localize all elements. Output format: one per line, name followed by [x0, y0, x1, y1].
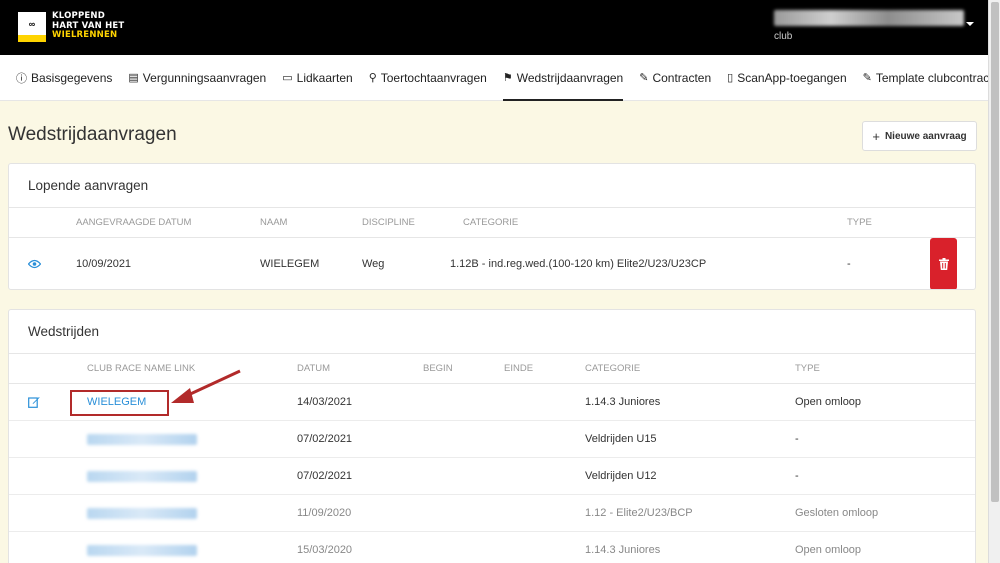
- col-discipline: DISCIPLINE: [362, 217, 415, 228]
- col-type: TYPE: [847, 217, 872, 228]
- info-icon: ⓘ: [16, 72, 27, 85]
- col-datum: DATUM: [297, 363, 331, 374]
- cell-categorie: Veldrijden U12: [585, 470, 657, 482]
- brand-text: KLOPPEND HART VAN HET WIELRENNEN: [52, 11, 124, 42]
- delete-button[interactable]: [930, 238, 957, 289]
- tab-label: Template clubcontract: [875, 70, 993, 85]
- cell-categorie: Veldrijden U15: [585, 433, 657, 445]
- cell-datum: 11/09/2020: [297, 507, 352, 519]
- signature-icon: ✎: [862, 72, 872, 84]
- table-row: 15/03/2020 1.14.3 Juniores Open omloop: [9, 532, 975, 563]
- ongoing-requests-card: Lopende aanvragen AANGEVRAAGDE DATUM NAA…: [8, 163, 976, 290]
- cell-type: -: [795, 433, 799, 445]
- tab-label: Lidkaarten: [296, 70, 353, 85]
- tab-contracten[interactable]: ✎ Contracten: [631, 55, 719, 101]
- cell-datum: 07/02/2021: [297, 470, 353, 482]
- col-aangevraagde-datum: AANGEVRAAGDE DATUM: [76, 217, 192, 228]
- race-name-redacted: [87, 507, 197, 519]
- table-row: 07/02/2021 Veldrijden U15 -: [9, 421, 975, 458]
- col-type: TYPE: [795, 363, 820, 374]
- mobile-icon: ▯: [727, 72, 734, 84]
- cell-datum: 14/03/2021: [297, 396, 353, 408]
- cell-type: Open omloop: [795, 396, 862, 408]
- edit-icon[interactable]: [28, 384, 40, 420]
- table-row: 11/09/2020 1.12 - Elite2/U23/BCP Gesloten …: [9, 495, 975, 532]
- cell-discipline: Weg: [362, 258, 385, 270]
- race-name-link[interactable]: [87, 495, 197, 531]
- tab-scanapp-toegangen[interactable]: ▯ ScanApp-toegangen: [719, 55, 855, 101]
- trash-icon: [930, 238, 957, 289]
- cell-categorie: 1.14.3 Juniores: [585, 396, 661, 408]
- race-name-redacted: [87, 544, 197, 556]
- col-club-race-name-link: CLUB RACE NAME LINK: [87, 363, 196, 374]
- tab-label: Basisgegevens: [31, 70, 113, 85]
- race-name-link[interactable]: [87, 532, 197, 563]
- tab-wedstrijdaanvragen[interactable]: ⚑ Wedstrijdaanvragen: [495, 55, 631, 101]
- col-begin: BEGIN: [423, 363, 453, 374]
- table-row: 10/09/2021 WIELEGEM Weg 1.12B - ind.reg.…: [9, 238, 975, 289]
- plus-icon: +: [872, 128, 880, 144]
- new-request-label: Nieuwe aanvraag: [884, 130, 967, 142]
- license-icon: ▤: [128, 72, 139, 84]
- card-icon: ▭: [282, 72, 293, 84]
- tab-template-clubcontract[interactable]: ✎ Template clubcontract: [855, 55, 1000, 101]
- cell-naam: WIELEGEM: [260, 258, 320, 270]
- tab-label: Contracten: [652, 70, 712, 85]
- checkered-flag-icon: ⚑: [502, 72, 513, 84]
- scrollbar-thumb[interactable]: [991, 2, 999, 502]
- ongoing-requests-title: Lopende aanvragen: [9, 164, 975, 208]
- tab-lidkaarten[interactable]: ▭ Lidkaarten: [274, 55, 360, 101]
- race-name-redacted: [87, 470, 197, 482]
- page-title: Wedstrijdaanvragen: [8, 124, 177, 145]
- cell-type: -: [795, 470, 799, 482]
- col-categorie: CATEGORIE: [585, 363, 641, 374]
- tab-label: Vergunningsaanvragen: [142, 70, 267, 85]
- col-einde: EINDE: [504, 363, 534, 374]
- eye-icon[interactable]: [28, 238, 41, 289]
- tab-vergunningsaanvragen[interactable]: ▤ Vergunningsaanvragen: [120, 55, 274, 101]
- cell-categorie: 1.14.3 Juniores: [585, 544, 661, 556]
- highlight-box: [70, 390, 169, 416]
- cell-datum: 07/02/2021: [297, 433, 353, 445]
- page-scrollbar[interactable]: [988, 0, 1000, 563]
- table-row: 07/02/2021 Veldrijden U12 -: [9, 458, 975, 495]
- new-request-button[interactable]: + Nieuwe aanvraag: [862, 121, 977, 151]
- race-name-link[interactable]: [87, 421, 197, 457]
- tab-label: Toertochtaanvragen: [380, 70, 487, 85]
- brand-logo[interactable]: ∞ KLOPPEND HART VAN HET WIELRENNEN: [18, 11, 124, 42]
- race-name-link[interactable]: [87, 458, 197, 494]
- races-title: Wedstrijden: [9, 310, 975, 354]
- cell-type: -: [847, 258, 851, 270]
- bicycle-icon: ⚲: [368, 72, 377, 84]
- cell-datum: 15/03/2020: [297, 544, 353, 556]
- brand-line-3: WIELRENNEN: [52, 30, 118, 40]
- cell-type: Gesloten omloop: [795, 507, 879, 519]
- races-card: Wedstrijden CLUB RACE NAME LINK DATUM BE…: [8, 309, 976, 563]
- caret-down-icon: [966, 22, 974, 26]
- cell-categorie: 1.12 - Elite2/U23/BCP: [585, 507, 693, 519]
- user-menu[interactable]: club: [774, 10, 974, 42]
- races-header: CLUB RACE NAME LINK DATUM BEGIN EINDE CA…: [9, 354, 975, 384]
- main-nav: ⓘ Basisgegevens ▤ Vergunningsaanvragen ▭ Lidk…: [0, 55, 993, 101]
- tab-basisgegevens[interactable]: ⓘ Basisgegevens: [8, 55, 120, 101]
- tab-label: ScanApp-toegangen: [737, 70, 847, 85]
- tab-toertochtaanvragen[interactable]: ⚲ Toertochtaanvragen: [361, 55, 495, 101]
- col-naam: NAAM: [260, 217, 288, 228]
- col-categorie: CATEGORIE: [463, 217, 519, 228]
- user-name-redacted: [774, 10, 964, 26]
- signature-icon: ✎: [639, 72, 649, 84]
- tab-label: Wedstrijdaanvragen: [516, 70, 624, 85]
- cell-type: Open omloop: [795, 544, 862, 556]
- cell-datum: 10/09/2021: [76, 258, 132, 270]
- ongoing-requests-header: AANGEVRAAGDE DATUM NAAM DISCIPLINE CATEG…: [9, 208, 975, 238]
- cycling-badge-icon: ∞: [18, 12, 46, 42]
- top-bar: ∞ KLOPPEND HART VAN HET WIELRENNEN club: [0, 0, 988, 55]
- user-role: club: [774, 31, 793, 42]
- race-name-redacted: [87, 433, 197, 445]
- cell-categorie: 1.12B - ind.reg.wed.(100-120 km) Elite2/…: [450, 258, 707, 270]
